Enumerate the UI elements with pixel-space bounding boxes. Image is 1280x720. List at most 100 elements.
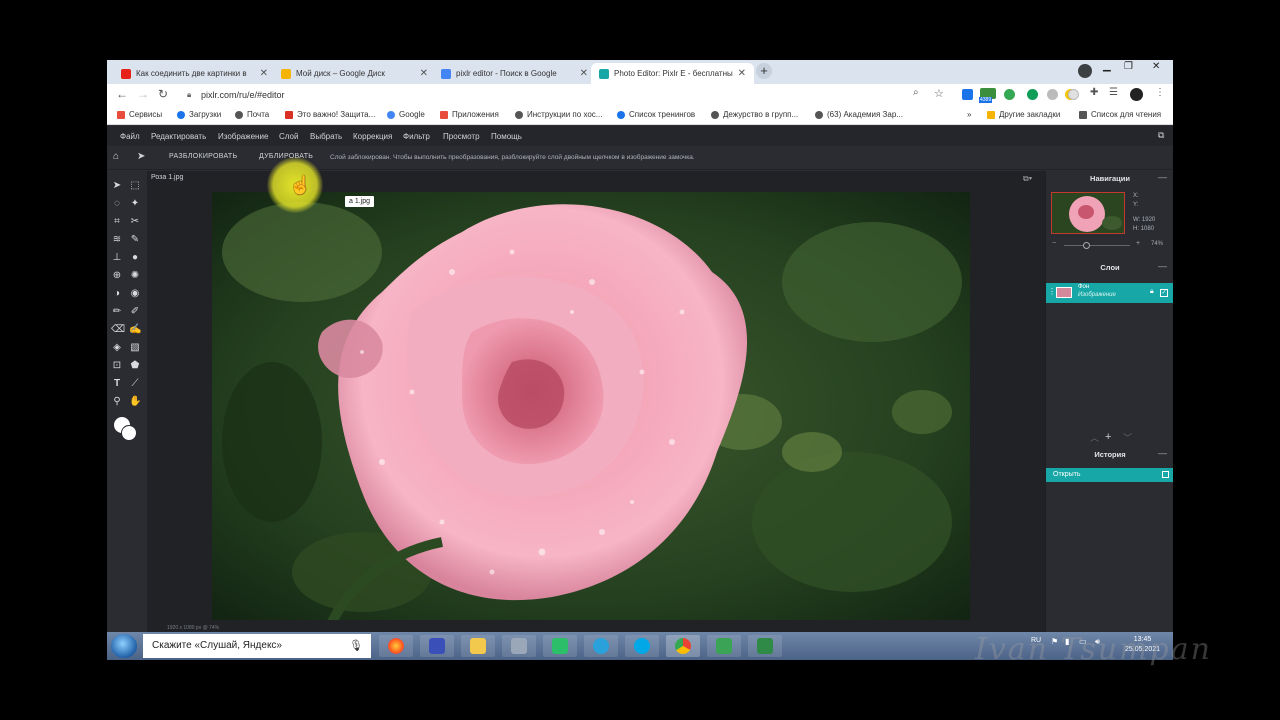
calculator-taskbar-icon[interactable] [502,635,536,657]
save-taskbar-icon[interactable] [420,635,454,657]
canvas-image[interactable] [212,192,970,620]
blur-tool-icon[interactable]: ● [129,252,141,264]
text-tool-icon[interactable]: T [111,378,123,390]
menu-dots-icon[interactable]: ⋮ [1155,87,1165,98]
eyedropper-tool-icon[interactable]: ⟋ [129,378,141,390]
hand-tool-icon[interactable]: ✋ [129,396,141,408]
collapse-icon[interactable]: — [1158,261,1167,271]
new-tab-button[interactable]: + [756,63,772,79]
unlock-button[interactable]: РАЗБЛОКИРОВАТЬ [169,153,237,160]
bookmark-item[interactable]: Почта [235,110,269,119]
clone-tool-icon[interactable]: ⊥ [111,252,123,264]
layer-row[interactable]: ⋮ Фон Изображение 🔒︎ ✓ [1046,283,1173,303]
menu-layer[interactable]: Слой [279,132,298,141]
collapse-icon[interactable]: — [1158,172,1167,182]
arrange-tool-icon[interactable]: ➤ [137,151,146,162]
navigator-thumbnail[interactable] [1051,192,1125,234]
dodge-tool-icon[interactable]: ✺ [129,270,141,282]
zoom-out-icon[interactable]: − [1052,240,1056,247]
zoom-slider[interactable] [1064,245,1130,246]
visibility-checkbox[interactable]: ✓ [1160,289,1168,297]
fullscreen-icon[interactable]: ⧉ [1158,130,1164,141]
gradient-tool-icon[interactable]: ▧ [129,342,141,354]
background-color-swatch[interactable] [121,425,137,441]
close-window-icon[interactable]: ✕ [1152,61,1160,77]
drag-handle-icon[interactable]: ⋮ [1048,287,1056,296]
address-bar[interactable]: 🔒︎ pixlr.com/ru/e/#editor [175,87,945,103]
menu-select[interactable]: Выбрать [310,132,342,141]
zoom-in-icon[interactable]: + [1136,240,1140,247]
folder-taskbar-icon[interactable] [461,635,495,657]
close-icon[interactable]: ✕ [420,68,428,79]
app-taskbar-icon[interactable] [543,635,577,657]
puzzle-icon[interactable]: ✚ [1090,87,1098,98]
extension-icon[interactable] [1027,89,1038,100]
other-bookmarks[interactable]: Другие закладки [987,110,1060,119]
cutout-tool-icon[interactable]: ✂ [129,216,141,228]
history-item[interactable]: Открыть [1046,468,1173,482]
fill-tool-icon[interactable]: ◈ [111,342,123,354]
home-icon[interactable]: ⌂ [113,151,119,162]
color-replace-icon[interactable]: ◑ [111,288,123,300]
pencil-tool-icon[interactable]: ✏ [111,306,123,318]
wand-tool-icon[interactable]: ✦ [129,198,141,210]
lasso-tool-icon[interactable]: ◌ [111,198,123,210]
drawing-tool-icon[interactable]: ⊡ [111,360,123,372]
start-button[interactable] [111,634,137,658]
playlist-icon[interactable]: ☰ [1109,87,1118,98]
minimize-icon[interactable]: ▁ [1103,61,1111,77]
close-icon[interactable]: ✕ [580,68,588,79]
bookmark-star-icon[interactable]: ☆ [934,87,944,100]
heal-tool-icon[interactable]: ✎ [129,234,141,246]
extension-icon[interactable] [1047,89,1058,100]
shape-tool-icon[interactable]: ⬟ [129,360,141,372]
more-bookmarks-icon[interactable]: » [967,110,971,119]
camtasia-recorder-taskbar-icon[interactable] [748,635,782,657]
reading-list[interactable]: Список для чтения [1079,110,1161,119]
bookmark-item[interactable]: (63) Академия Зар... [815,110,903,119]
zoom-tool-icon[interactable]: ⚲ [111,396,123,408]
collapse-icon[interactable]: — [1158,448,1167,458]
chrome-taskbar-icon[interactable] [666,635,700,657]
close-icon[interactable]: ✕ [738,68,746,79]
extension-icon[interactable] [1004,89,1015,100]
add-layer-icon[interactable]: + [1105,431,1111,443]
crop-tool-icon[interactable]: ⌗ [111,216,123,228]
browser-tab[interactable]: Мой диск – Google Диск ✕ [273,63,436,84]
bookmark-item[interactable]: Загрузки [177,110,221,119]
browser-tab[interactable]: Как соединить две картинки в ✕ [113,63,276,84]
back-icon[interactable]: ← [116,87,128,101]
extension-icon[interactable] [962,89,973,100]
smart-brush-icon[interactable]: ✍ [129,324,141,336]
reload-icon[interactable]: ↻ [158,87,168,101]
menu-filter[interactable]: Фильтр [403,132,430,141]
bookmark-item[interactable]: Приложения [440,110,499,119]
extension-icon[interactable] [1068,89,1079,100]
bookmark-item[interactable]: Это важно! Защита... [285,110,375,119]
layer-up-icon[interactable]: ︿ [1090,431,1099,444]
lock-icon[interactable]: 🔒︎ [1150,288,1154,296]
telegram-taskbar-icon[interactable] [584,635,618,657]
profile-icon[interactable] [1078,64,1092,78]
zoom-slider-handle[interactable] [1083,242,1090,249]
brush-tool-icon[interactable]: ✐ [129,306,141,318]
browser-tab-active[interactable]: Photo Editor: Pixlr E - бесплатны ✕ [591,63,754,84]
firefox-taskbar-icon[interactable] [379,635,413,657]
liquify-tool-icon[interactable]: ≋ [111,234,123,246]
close-icon[interactable]: ✕ [260,68,268,79]
arrange-tool-icon[interactable]: ➤ [111,180,123,192]
bookmark-item[interactable]: Сервисы [117,110,162,119]
avatar[interactable] [1130,88,1143,101]
microphone-icon[interactable]: 🎙︎ [349,634,363,658]
bookmark-item[interactable]: Дежурство в групп... [711,110,798,119]
camtasia-taskbar-icon[interactable] [707,635,741,657]
sponge-tool-icon[interactable]: ⊕ [111,270,123,282]
document-tab[interactable]: Роза 1.jpg [151,174,183,181]
menu-view[interactable]: Просмотр [443,132,480,141]
skype-taskbar-icon[interactable] [625,635,659,657]
zoom-icon[interactable]: ⌕ [913,87,919,98]
menu-edit[interactable]: Редактировать [151,132,206,141]
menu-image[interactable]: Изображение [218,132,268,141]
marquee-tool-icon[interactable]: ⬚ [129,180,141,192]
eraser-tool-icon[interactable]: ⌫ [111,324,125,336]
